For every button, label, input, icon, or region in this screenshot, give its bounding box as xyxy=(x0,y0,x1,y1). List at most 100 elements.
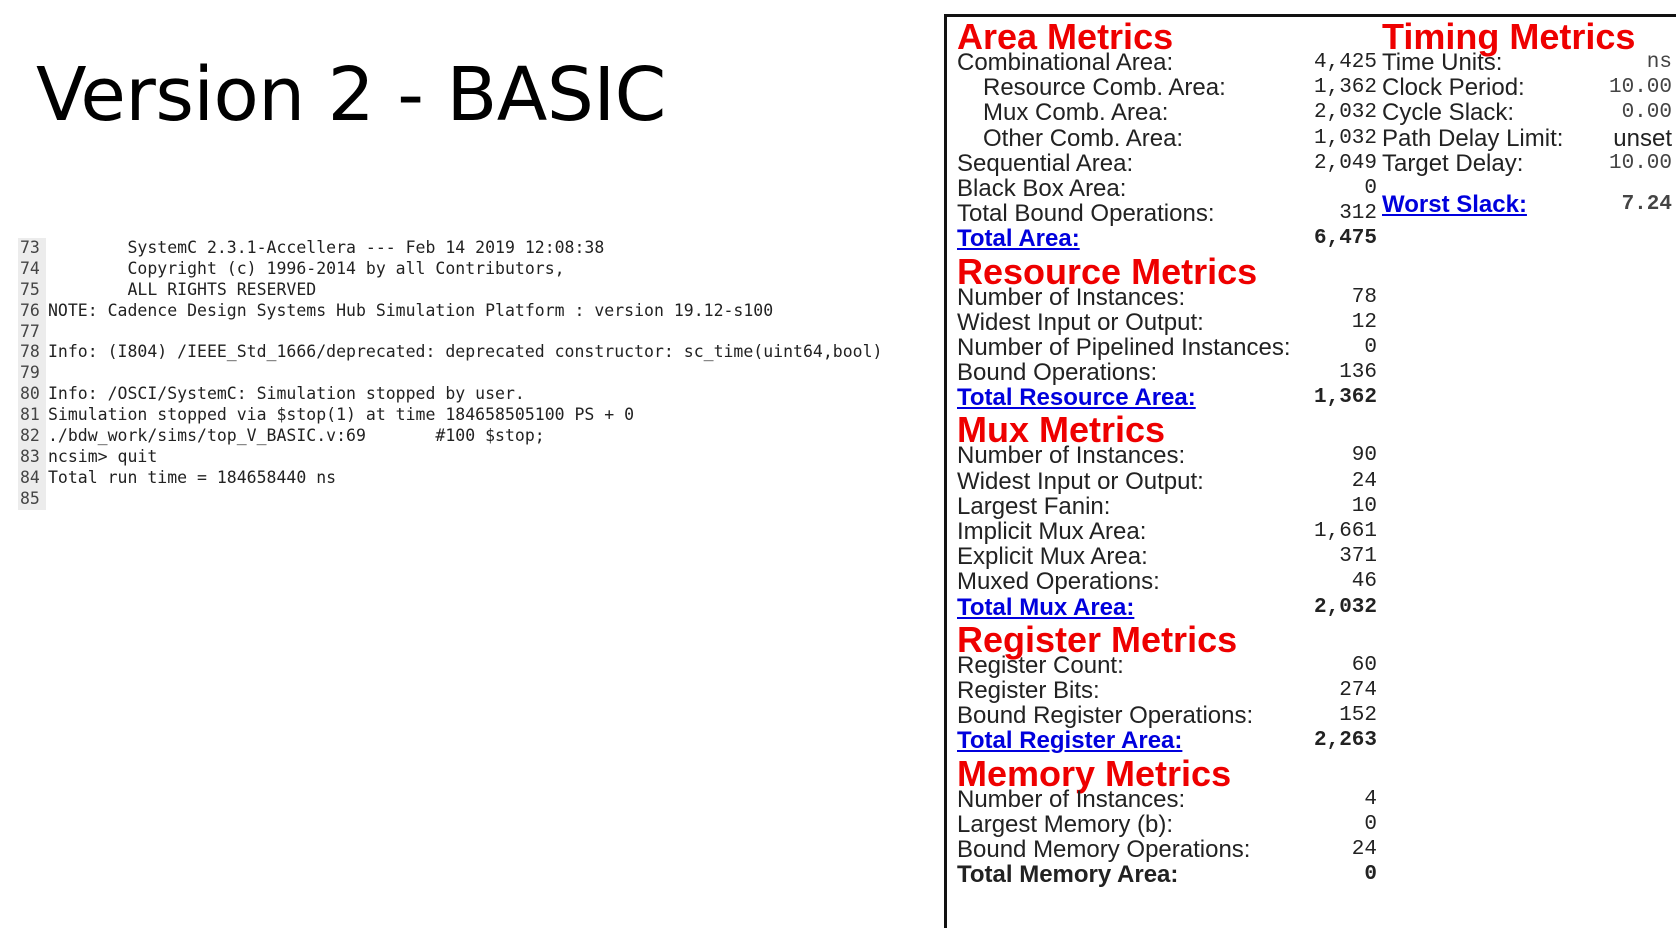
total-area-link[interactable]: Total Area: xyxy=(957,226,1080,251)
console-line: 74 Copyright (c) 1996-2014 by all Contri… xyxy=(18,258,940,280)
metric-value: 1,661 xyxy=(1313,520,1377,543)
total-memory-area-label: Total Memory Area: xyxy=(957,861,1179,889)
metric-value: 0 xyxy=(1364,812,1377,836)
metric-label: Bound Operations: xyxy=(957,359,1158,387)
metric-label: Clock Period: xyxy=(1382,74,1525,102)
metric-value: 10.00 xyxy=(1608,76,1672,100)
total-resource-area-link[interactable]: Total Resource Area: xyxy=(957,385,1196,410)
metric-row: Path Delay Limit: unset xyxy=(1382,124,1672,152)
metric-row: Largest Memory (b): 0 xyxy=(957,810,1377,838)
line-text: ./bdw_work/sims/top_V_BASIC.v:69 #100 $s… xyxy=(48,426,545,446)
line-number: 78 xyxy=(18,342,46,364)
metric-value: 24 xyxy=(1351,469,1377,493)
line-number: 84 xyxy=(18,467,46,489)
metric-label: Time Units: xyxy=(1382,49,1503,76)
console-line: 82 ./bdw_work/sims/top_V_BASIC.v:69 #100 … xyxy=(18,426,940,447)
metric-value: 4 xyxy=(1364,787,1377,811)
metric-value: 46 xyxy=(1351,570,1377,594)
metric-value: 0.00 xyxy=(1621,101,1672,125)
total-mux-area-link[interactable]: Total Mux Area: xyxy=(957,594,1134,620)
total-area-row: Total Area: 6,475 xyxy=(957,226,1377,251)
resource-metrics-title: Resource Metrics xyxy=(957,250,1258,292)
console-line: 73 SystemC 2.3.1-Accellera --- Feb 14 20… xyxy=(18,238,940,259)
metric-label: Muxed Operations: xyxy=(957,568,1160,596)
metric-value: 78 xyxy=(1351,285,1377,309)
metric-label: Target Delay: xyxy=(1382,149,1524,177)
metric-label: Largest Fanin: xyxy=(957,492,1111,520)
line-number: 73 xyxy=(18,238,46,259)
line-text: Total run time = 184658440 ns xyxy=(48,467,337,487)
metric-value: 24 xyxy=(1351,837,1377,861)
total-register-area-row: Total Register Area: 2,263 xyxy=(957,728,1377,753)
metric-label: Sequential Area: xyxy=(957,149,1134,177)
console-line: 84 Total run time = 184658440 ns xyxy=(18,467,940,489)
metric-row: Mux Comb. Area: 2,032 xyxy=(957,100,1377,125)
metric-label: Cycle Slack: xyxy=(1382,99,1515,127)
metrics-left-column: Area Metrics Combinational Area: 4,425 Re… xyxy=(957,17,1377,888)
total-resource-area-row: Total Resource Area: 1,362 xyxy=(957,385,1377,410)
worst-slack-row: Worst Slack: 7.24 xyxy=(1382,192,1672,217)
metric-row: Sequential Area: 2,049 xyxy=(957,151,1377,176)
console-line: 81 Simulation stopped via $stop(1) at tim… xyxy=(18,405,940,427)
console-log: 73 SystemC 2.3.1-Accellera --- Feb 14 20… xyxy=(18,238,940,510)
total-memory-area-value: 0 xyxy=(1364,863,1377,887)
metric-value: ns xyxy=(1646,51,1672,74)
line-number: 76 xyxy=(18,300,46,322)
metric-label: Number of Instances: xyxy=(957,442,1186,470)
metric-value: 4,425 xyxy=(1313,51,1377,74)
line-number: 77 xyxy=(18,321,46,343)
line-text: Simulation stopped via $stop(1) at time … xyxy=(48,405,635,425)
worst-slack-link[interactable]: Worst Slack: xyxy=(1382,192,1527,217)
metric-row: Black Box Area: 0 xyxy=(957,176,1377,201)
line-number: 83 xyxy=(18,446,46,468)
console-line: 80 Info: /OSCI/SystemC: Simulation stoppe… xyxy=(18,384,940,406)
line-text: ncsim> quit xyxy=(48,446,158,466)
total-resource-area-value: 1,362 xyxy=(1313,386,1377,410)
metric-value: 1,362 xyxy=(1313,76,1377,100)
line-text: ALL RIGHTS RESERVED xyxy=(48,279,317,299)
total-register-area-value: 2,263 xyxy=(1313,729,1377,753)
line-text: Info: (I804) /IEEE_Std_1666/deprecated: … xyxy=(48,342,883,362)
metric-row: Widest Input or Output: 24 xyxy=(957,468,1377,493)
metric-label: Explicit Mux Area: xyxy=(957,543,1148,571)
metric-value: 90 xyxy=(1351,444,1377,468)
console-line: 75 ALL RIGHTS RESERVED xyxy=(18,279,940,301)
metric-row: Other Comb. Area: 1,032 xyxy=(957,124,1377,152)
metric-label: Resource Comb. Area: xyxy=(983,74,1226,102)
metric-row: Muxed Operations: 46 xyxy=(957,569,1377,594)
metric-label: Widest Input or Output: xyxy=(957,308,1204,336)
metrics-right-column: Timing Metrics Time Units: ns Clock Perio… xyxy=(1382,17,1672,218)
metric-row: Total Bound Operations: 312 xyxy=(957,201,1377,226)
metric-label: Path Delay Limit: xyxy=(1382,124,1564,152)
metrics-report-panel: Area Metrics Combinational Area: 4,425 Re… xyxy=(944,14,1676,928)
line-text xyxy=(46,363,48,384)
metric-label: Other Comb. Area: xyxy=(983,124,1184,152)
line-text: Copyright (c) 1996-2014 by all Contribut… xyxy=(48,258,565,278)
console-line: 78 Info: (I804) /IEEE_Std_1666/deprecated… xyxy=(18,342,940,364)
metric-label: Largest Memory (b): xyxy=(957,810,1174,838)
slide-title: Version 2 - BASIC xyxy=(36,52,666,138)
register-metrics-title: Register Metrics xyxy=(957,618,1238,660)
metric-value: 312 xyxy=(1339,202,1377,226)
metric-label: Combinational Area: xyxy=(957,49,1174,76)
total-memory-area-row: Total Memory Area: 0 xyxy=(957,862,1377,887)
metric-row: Register Bits: 274 xyxy=(957,678,1377,703)
metric-value: 136 xyxy=(1339,361,1377,385)
total-register-area-link[interactable]: Total Register Area: xyxy=(957,728,1182,753)
metric-row: Target Delay: 10.00 xyxy=(1382,151,1672,176)
metric-label: Register Count: xyxy=(957,651,1124,679)
metric-value: 1,032 xyxy=(1313,126,1377,150)
metric-value: unset xyxy=(1613,124,1672,152)
line-text: NOTE: Cadence Design Systems Hub Simulat… xyxy=(48,300,774,320)
line-text xyxy=(46,489,48,510)
metric-label: Total Bound Operations: xyxy=(957,200,1215,228)
metric-label: Mux Comb. Area: xyxy=(983,99,1169,127)
console-line: 85 xyxy=(18,488,940,510)
metric-row: Number of Instances: 4 xyxy=(957,786,1377,811)
metric-value: 152 xyxy=(1339,704,1377,728)
metric-row: Widest Input or Output: 12 xyxy=(957,308,1377,336)
metric-label: Number of Pipelined Instances: xyxy=(957,333,1291,361)
line-text: SystemC 2.3.1-Accellera --- Feb 14 2019 … xyxy=(48,238,605,257)
line-number: 82 xyxy=(18,426,46,447)
metric-row: Bound Operations: 136 xyxy=(957,360,1377,385)
